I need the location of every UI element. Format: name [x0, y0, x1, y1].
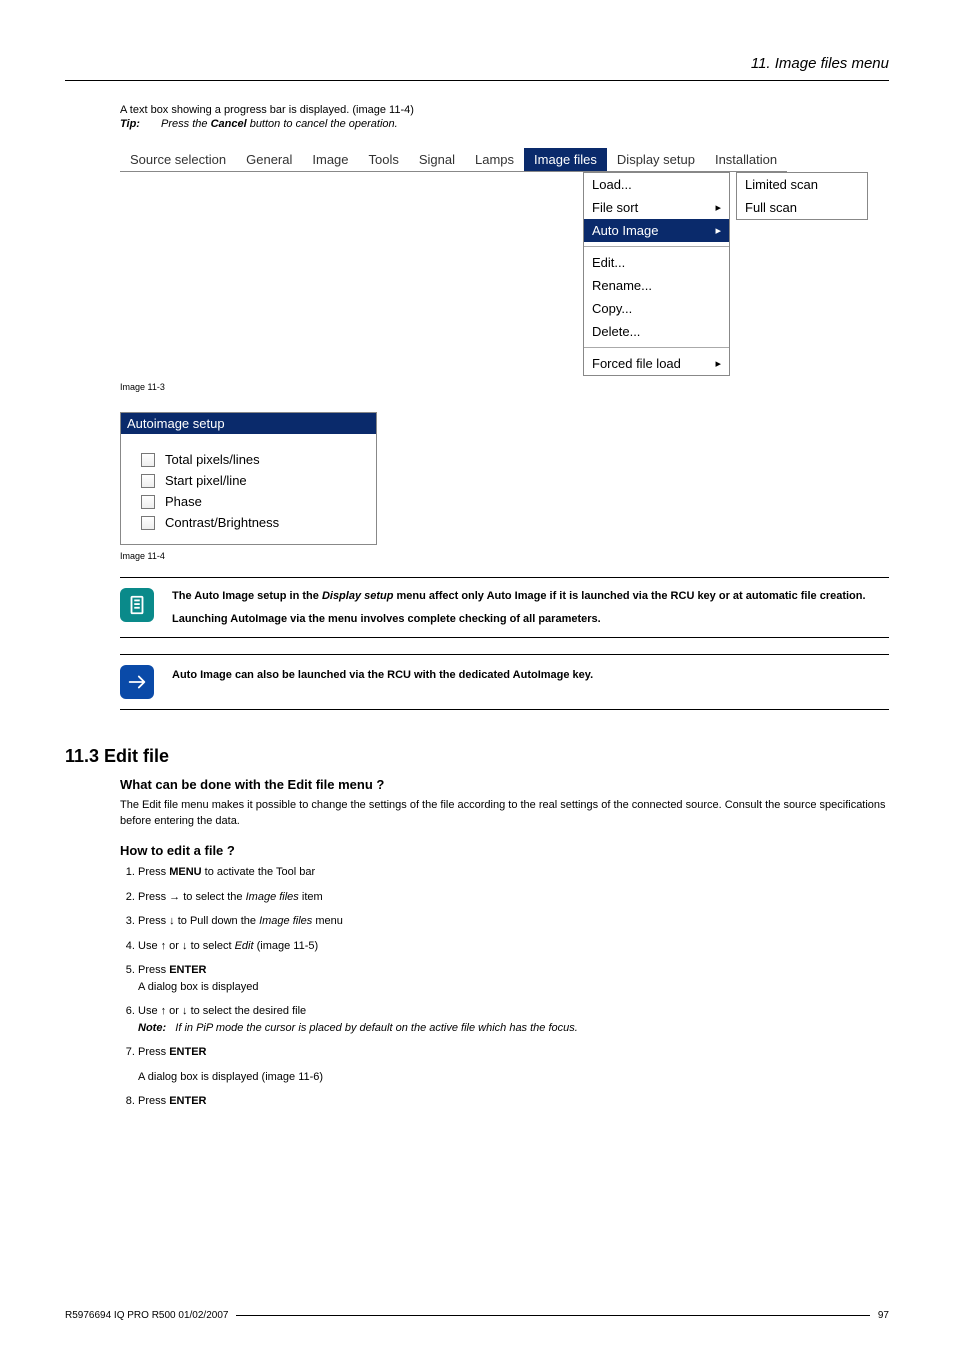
- step-6: Use ↑ or ↓ to select the desired file No…: [138, 1003, 889, 1036]
- footer-page-number: 97: [878, 1310, 889, 1321]
- menu-image[interactable]: Image: [302, 148, 358, 171]
- checkbox-total-pixels[interactable]: [141, 453, 155, 467]
- header-rule: [65, 80, 889, 81]
- caption-image-11-4: Image 11-4: [120, 551, 889, 561]
- menu-tools[interactable]: Tools: [359, 148, 409, 171]
- dropdown-forced-file-load[interactable]: Forced file load: [584, 352, 729, 375]
- dropdown-file-sort[interactable]: File sort: [584, 196, 729, 219]
- menu-image-files[interactable]: Image files: [524, 148, 607, 171]
- caption-image-11-3: Image 11-3: [120, 382, 889, 392]
- steps-list: Press MENU to activate the Tool bar Pres…: [120, 864, 889, 1110]
- screenshot-menubar: Source selection General Image Tools Sig…: [120, 148, 889, 376]
- submenu-full-scan[interactable]: Full scan: [737, 196, 867, 219]
- hand-icon: [120, 665, 154, 699]
- label-contrast-brightness: Contrast/Brightness: [165, 515, 279, 530]
- step-5: Press ENTERA dialog box is displayed: [138, 962, 889, 995]
- note-box-2: Auto Image can also be launched via the …: [120, 654, 889, 710]
- step-7: Press ENTER A dialog box is displayed (i…: [138, 1044, 889, 1085]
- note-icon: [120, 588, 154, 622]
- note-box-1: The Auto Image setup in the Display setu…: [120, 577, 889, 638]
- page-footer: R5976694 IQ PRO R500 01/02/2007 97: [65, 1310, 889, 1321]
- breadcrumb: 11. Image files menu: [65, 55, 889, 72]
- section-heading: 11.3 Edit file: [65, 746, 889, 767]
- step-3: Press ↓ to Pull down the Image files men…: [138, 913, 889, 930]
- subheading-what: What can be done with the Edit file menu…: [120, 777, 889, 792]
- submenu-limited-scan[interactable]: Limited scan: [737, 173, 867, 196]
- step-2: Press → to select the Image files item: [138, 889, 889, 906]
- note1-p2: Launching AutoImage via the menu involve…: [172, 611, 866, 628]
- dropdown-auto-image[interactable]: Auto Image: [584, 219, 729, 242]
- autoimage-setup-box: Autoimage setup Total pixels/lines Start…: [120, 412, 377, 545]
- checkbox-contrast-brightness[interactable]: [141, 516, 155, 530]
- menu-source-selection[interactable]: Source selection: [120, 148, 236, 171]
- dropdown-image-files: Load... File sort Auto Image Edit... Ren…: [583, 172, 730, 376]
- step-8: Press ENTER: [138, 1093, 889, 1110]
- body-what: The Edit file menu makes it possible to …: [120, 798, 889, 829]
- menu-installation[interactable]: Installation: [705, 148, 787, 171]
- checkbox-start-pixel[interactable]: [141, 474, 155, 488]
- label-phase: Phase: [165, 494, 202, 509]
- checkbox-phase[interactable]: [141, 495, 155, 509]
- step-4: Use ↑ or ↓ to select Edit (image 11-5): [138, 938, 889, 955]
- note2-text: Auto Image can also be launched via the …: [172, 665, 593, 684]
- intro-line: A text box showing a progress bar is dis…: [120, 103, 889, 118]
- dropdown-load[interactable]: Load...: [584, 173, 729, 196]
- dropdown-copy[interactable]: Copy...: [584, 297, 729, 320]
- menu-lamps[interactable]: Lamps: [465, 148, 524, 171]
- dropdown-rename[interactable]: Rename...: [584, 274, 729, 297]
- dropdown-delete[interactable]: Delete...: [584, 320, 729, 343]
- tip-label: Tip:: [120, 118, 140, 130]
- footer-left: R5976694 IQ PRO R500 01/02/2007: [65, 1310, 228, 1321]
- dropdown-edit[interactable]: Edit...: [584, 251, 729, 274]
- menu-signal[interactable]: Signal: [409, 148, 465, 171]
- note1-p1: The Auto Image setup in the Display setu…: [172, 588, 866, 605]
- label-total-pixels: Total pixels/lines: [165, 452, 260, 467]
- tip-text: Press the Cancel button to cancel the op…: [161, 118, 398, 130]
- label-start-pixel: Start pixel/line: [165, 473, 247, 488]
- step-1: Press MENU to activate the Tool bar: [138, 864, 889, 881]
- menu-display-setup[interactable]: Display setup: [607, 148, 705, 171]
- autoimage-title: Autoimage setup: [121, 413, 376, 434]
- tip-line: Tip: Press the Cancel button to cancel t…: [120, 118, 889, 130]
- menu-general[interactable]: General: [236, 148, 302, 171]
- subheading-how: How to edit a file ?: [120, 843, 889, 858]
- submenu-auto-image: Limited scan Full scan: [736, 172, 868, 220]
